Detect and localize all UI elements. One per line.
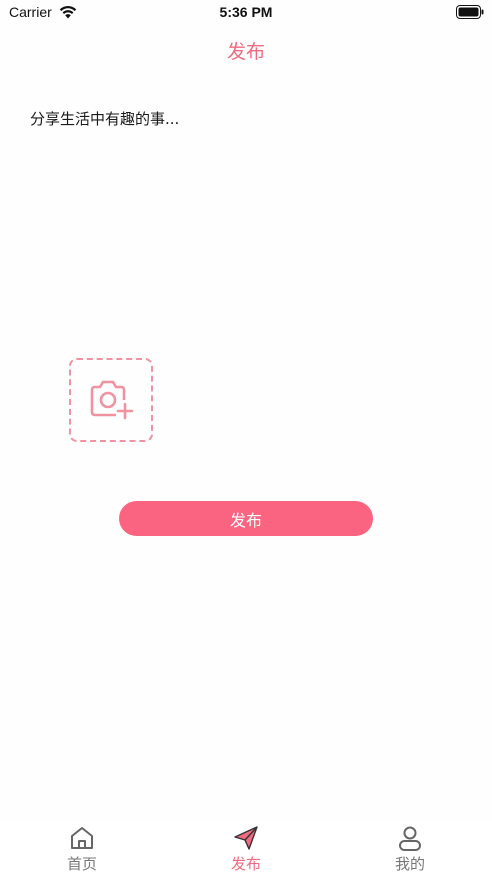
home-icon [71,827,93,849]
tab-profile-label: 我的 [394,855,425,873]
tab-bar: 首页 发布 我的 [0,820,492,878]
camera-add-icon [90,380,134,420]
tab-home-label: 首页 [66,855,97,873]
page-title: 发布 [226,41,265,63]
status-time: 5:36 PM [219,4,273,20]
user-icon [399,826,421,851]
publish-button[interactable]: 发布 [119,501,373,536]
paper-plane-icon [234,826,258,850]
battery-icon [456,5,484,19]
tab-profile[interactable]: 我的 [328,820,492,878]
post-content-input[interactable] [30,108,460,328]
status-bar: Carrier 5:36 PM [0,0,492,26]
tab-publish[interactable]: 发布 [164,820,328,878]
tab-home[interactable]: 首页 [0,820,164,878]
add-photo-button[interactable] [69,358,153,442]
publish-screen: Carrier 5:36 PM 发布 发布 [0,0,492,878]
tab-publish-label: 发布 [230,855,261,873]
